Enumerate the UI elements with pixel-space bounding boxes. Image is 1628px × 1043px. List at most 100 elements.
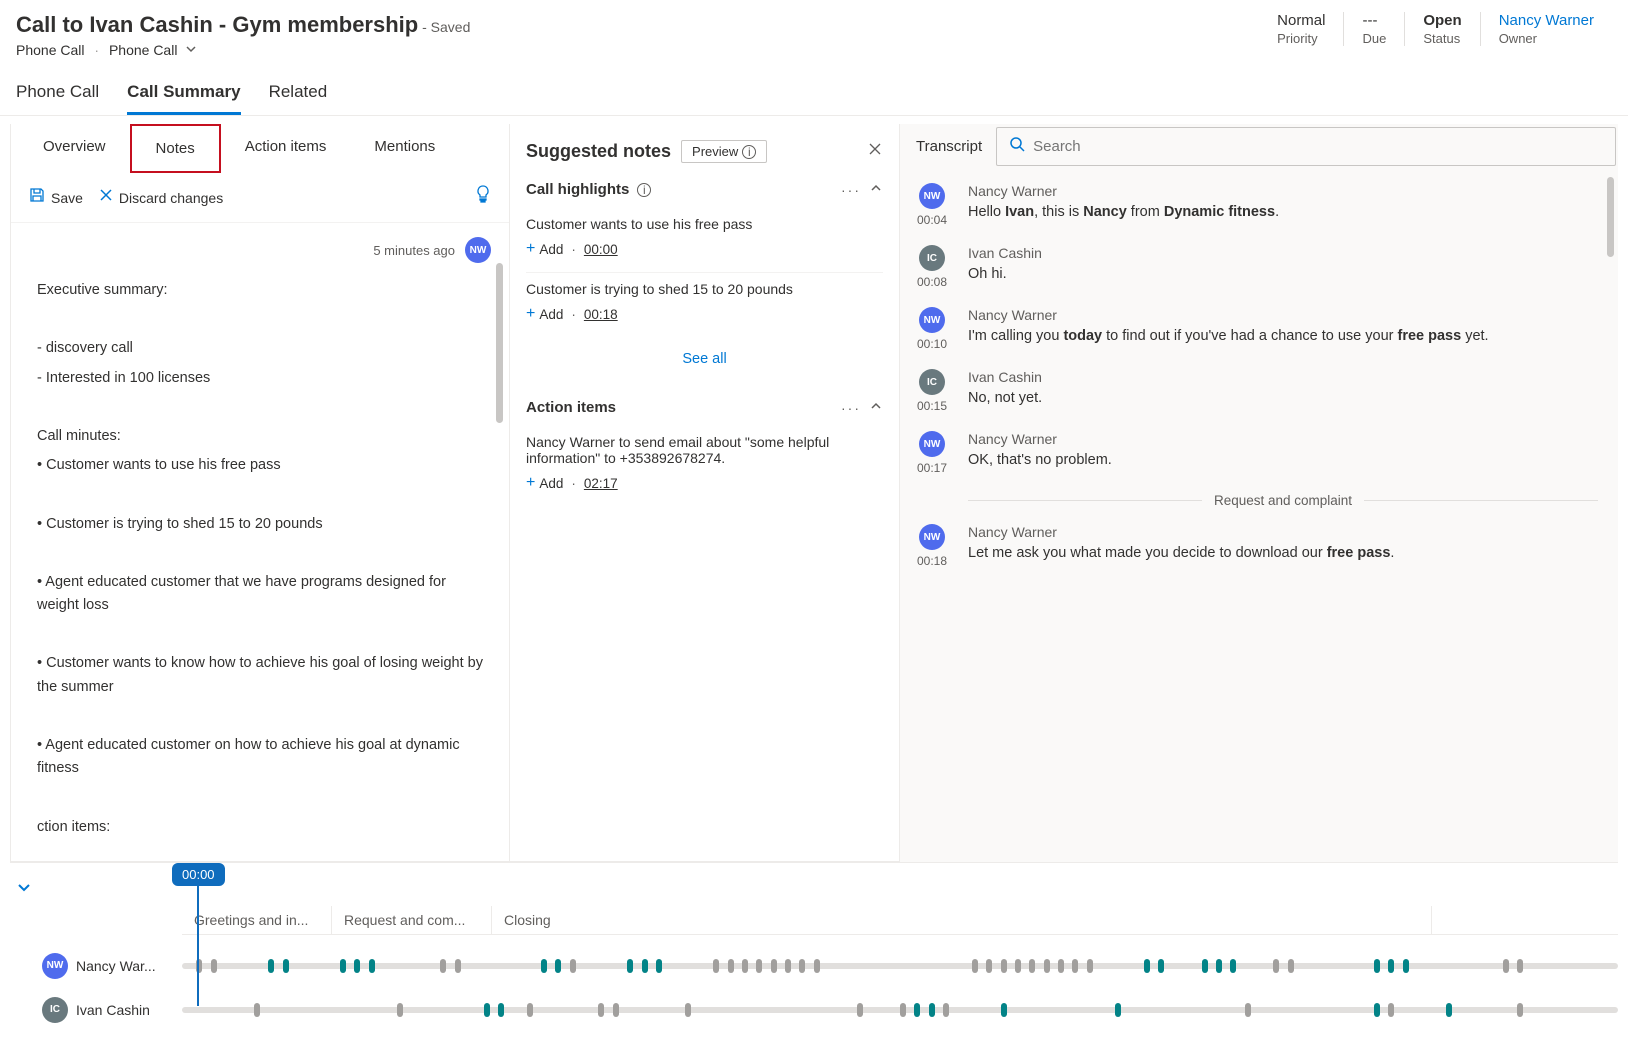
record-type[interactable]: Phone Call [109, 42, 178, 58]
subtab-overview[interactable]: Overview [19, 124, 130, 173]
timeline-tick [1288, 959, 1294, 973]
chevron-up-icon[interactable] [869, 181, 883, 198]
timeline-tick [642, 959, 648, 973]
timeline-tick [498, 1003, 504, 1017]
transcript-row[interactable]: NW00:10 Nancy WarnerI'm calling you toda… [910, 307, 1598, 351]
timeline-tick [1087, 959, 1093, 973]
tab-related[interactable]: Related [269, 70, 328, 115]
timestamp-link[interactable]: 00:00 [584, 242, 618, 257]
speaker-name: Nancy Warner [968, 524, 1598, 540]
timeline-tick [929, 1003, 935, 1017]
timeline-tick [1374, 1003, 1380, 1017]
highlights-heading: Call highlights [526, 181, 629, 198]
utterance: I'm calling you today to find out if you… [968, 326, 1598, 348]
timestamp-link[interactable]: 00:18 [584, 307, 618, 322]
playhead-time: 00:00 [172, 863, 225, 886]
transcript-row[interactable]: IC00:08 Ivan CashinOh hi. [910, 245, 1598, 289]
suggested-panel: Suggested notes Preview i Call highlight… [510, 124, 900, 862]
timeline-tick [799, 959, 805, 973]
timeline-track[interactable] [182, 963, 1618, 969]
speaker-name: Nancy Warner [968, 307, 1598, 323]
breadcrumb: Phone Call · Phone Call [16, 42, 470, 58]
more-icon[interactable]: ··· [841, 182, 861, 198]
timeline-tick [397, 1003, 403, 1017]
subtab-mentions[interactable]: Mentions [350, 124, 459, 173]
add-button[interactable]: +Add [526, 305, 563, 323]
timeline-tick [1388, 1003, 1394, 1017]
note-line [37, 786, 483, 809]
add-label: Add [539, 476, 563, 491]
search-input[interactable] [996, 127, 1616, 166]
timeline-tick [728, 959, 734, 973]
more-icon[interactable]: ··· [841, 400, 861, 416]
meta-value: Normal [1277, 12, 1325, 29]
lightbulb-icon[interactable] [475, 185, 491, 210]
transcript-row[interactable]: IC00:15 Ivan CashinNo, not yet. [910, 369, 1598, 413]
info-icon[interactable]: i [637, 183, 651, 197]
note-body[interactable]: Executive summary: - discovery call- Int… [11, 263, 509, 861]
highlight-text: Customer is trying to shed 15 to 20 poun… [526, 281, 883, 297]
notes-toolbar: Save Discard changes [11, 173, 509, 223]
action-item-text: Nancy Warner to send email about "some h… [526, 434, 883, 466]
timeline-tick [1374, 959, 1380, 973]
transcript-row[interactable]: NW00:04 Nancy WarnerHello Ivan, this is … [910, 183, 1598, 227]
preview-button[interactable]: Preview i [681, 140, 767, 163]
timeline-tick [756, 959, 762, 973]
close-icon [99, 188, 113, 207]
timeline-tick [627, 959, 633, 973]
meta-label: Owner [1499, 31, 1594, 46]
meta-value[interactable]: Nancy Warner [1499, 12, 1594, 29]
see-all-link[interactable]: See all [526, 337, 883, 381]
timeline-segment[interactable]: Request and com... [332, 906, 492, 934]
add-button[interactable]: +Add [526, 240, 563, 258]
scrollbar[interactable] [1607, 177, 1614, 257]
chevron-down-icon[interactable] [10, 873, 38, 906]
search-field[interactable] [1033, 138, 1603, 155]
tab-phone-call[interactable]: Phone Call [16, 70, 99, 115]
timeline-tick [1001, 959, 1007, 973]
playhead[interactable]: 00:00 [172, 863, 225, 1006]
timeline-tick [900, 1003, 906, 1017]
timeline-track[interactable] [182, 1007, 1618, 1013]
tab-call-summary[interactable]: Call Summary [127, 70, 240, 115]
subtab-notes[interactable]: Notes [130, 124, 221, 173]
discard-button[interactable]: Discard changes [99, 188, 223, 207]
timestamp-link[interactable]: 02:17 [584, 476, 618, 491]
transcript-row[interactable]: NW00:17 Nancy WarnerOK, that's no proble… [910, 431, 1598, 475]
timeline: 00:00 Greetings and in...Request and com… [0, 863, 1628, 1043]
save-button[interactable]: Save [29, 187, 83, 208]
scrollbar[interactable] [496, 263, 503, 423]
timeline-row: NWNancy War... [10, 953, 1618, 979]
utterance: Let me ask you what made you decide to d… [968, 543, 1598, 565]
note-line: Executive summary: [37, 279, 483, 302]
timeline-tick [1503, 959, 1509, 973]
timeline-segment[interactable]: Closing [492, 906, 1432, 934]
speaker-name: Nancy Warner [968, 431, 1598, 447]
timeline-tick [1202, 959, 1208, 973]
sub-tabs: OverviewNotesAction itemsMentions [11, 124, 509, 173]
utterance: Oh hi. [968, 264, 1598, 286]
timestamp: 00:08 [917, 275, 947, 289]
meta-label: Status [1423, 31, 1461, 46]
chevron-down-icon[interactable] [185, 42, 197, 58]
timeline-tick [1158, 959, 1164, 973]
chevron-up-icon[interactable] [869, 399, 883, 416]
avatar: NW [919, 307, 945, 333]
avatar: NW [42, 953, 68, 979]
note-line [37, 705, 483, 728]
transcript-panel: Transcript NW00:04 Nancy WarnerHello Iva… [900, 124, 1618, 862]
timeline-tick [814, 959, 820, 973]
add-button[interactable]: +Add [526, 474, 563, 492]
close-icon[interactable] [867, 141, 883, 162]
transcript-row[interactable]: NW00:18 Nancy WarnerLet me ask you what … [910, 524, 1598, 568]
timeline-tick [914, 1003, 920, 1017]
saved-indicator: - Saved [422, 19, 470, 35]
preview-label: Preview [692, 144, 738, 159]
timeline-tick [1015, 959, 1021, 973]
timeline-tick [455, 959, 461, 973]
timeline-tick [1144, 959, 1150, 973]
meta-label: Due [1362, 31, 1386, 46]
avatar: NW [465, 237, 491, 263]
transcript-divider: Request and complaint [968, 493, 1598, 508]
subtab-action-items[interactable]: Action items [221, 124, 351, 173]
